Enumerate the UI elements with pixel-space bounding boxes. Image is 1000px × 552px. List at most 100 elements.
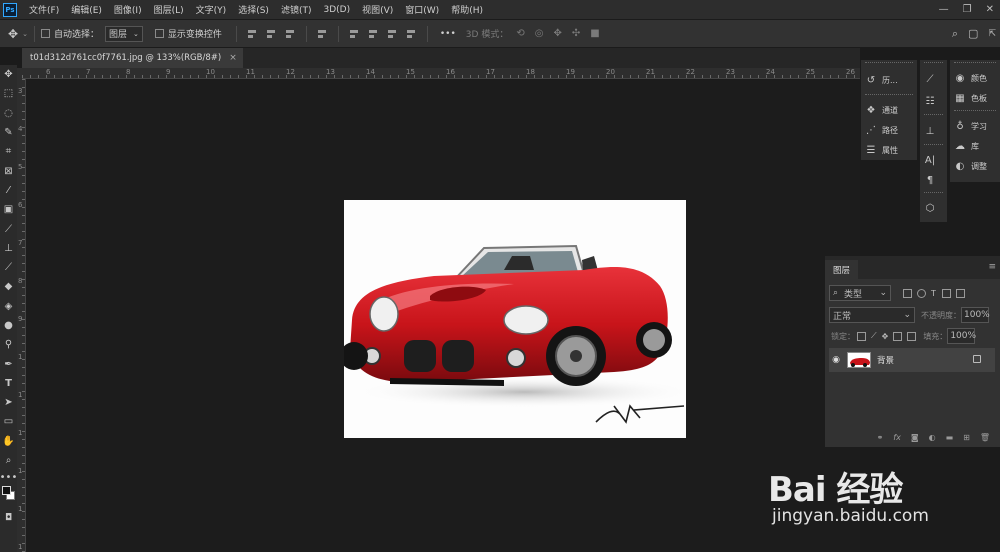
type-tool-icon[interactable]: T [0, 374, 17, 393]
show-transform-checkbox[interactable] [154, 29, 164, 38]
adjustments-panel-button[interactable]: ◐ 调整 [950, 156, 1000, 176]
align-left-icon[interactable] [247, 28, 258, 39]
filter-shape-icon[interactable] [941, 288, 951, 298]
3d-slide-icon[interactable]: ✣ [572, 28, 580, 39]
crop-tool-icon[interactable]: ⌗ [0, 142, 17, 161]
menu-edit[interactable]: 编辑(E) [65, 3, 108, 16]
new-layer-icon[interactable]: ⊞ [963, 433, 970, 442]
paint-bucket-icon[interactable]: ◈ [0, 297, 17, 316]
menu-3d[interactable]: 3D(D) [317, 5, 356, 15]
filter-pixel-icon[interactable] [903, 288, 912, 298]
close-window-icon[interactable]: ✕ [986, 4, 994, 15]
add-mask-icon[interactable]: ◙ [911, 433, 919, 442]
layer-lock-icon[interactable] [973, 355, 981, 363]
lock-transparent-icon[interactable] [857, 331, 866, 341]
lock-artboard-icon[interactable] [893, 331, 903, 341]
close-icon[interactable]: × [229, 53, 237, 63]
character-icon[interactable]: A| [924, 154, 936, 166]
move-tool-icon[interactable]: ✥ [0, 65, 17, 84]
quick-mask-icon[interactable]: ◘ [0, 508, 17, 527]
align-right-icon[interactable] [285, 28, 296, 39]
fx-button[interactable]: fx [893, 433, 901, 442]
align-center-h-icon[interactable] [266, 28, 277, 39]
3d-pan-icon[interactable]: ✥ [553, 28, 561, 39]
menu-help[interactable]: 帮助(H) [445, 3, 489, 16]
dodge-tool-icon[interactable]: ⚲ [0, 335, 17, 354]
foreground-color-swatch[interactable] [2, 486, 11, 496]
restore-icon[interactable]: ❐ [963, 4, 972, 15]
path-select-icon[interactable]: ➤ [0, 393, 17, 412]
distribute-v-icon[interactable] [406, 28, 417, 39]
history-brush-icon[interactable]: ⟋ [0, 258, 17, 277]
menu-view[interactable]: 视图(V) [356, 3, 399, 16]
blur-tool-icon[interactable]: ● [0, 316, 17, 335]
share-icon[interactable]: ⇱ [988, 29, 996, 39]
clone-source-icon[interactable]: ⊥ [924, 125, 936, 137]
link-layers-icon[interactable]: ⚭ [877, 433, 884, 442]
menu-window[interactable]: 窗口(W) [399, 3, 445, 16]
align-top-icon[interactable] [349, 28, 360, 39]
layer-row-background[interactable]: ◉ 背景 [829, 348, 995, 372]
menu-image[interactable]: 图像(I) [108, 3, 148, 16]
brush-settings-icon[interactable]: ⟋ [924, 73, 936, 85]
new-adjustment-icon[interactable]: ◐ [929, 433, 936, 442]
history-panel-button[interactable]: ↺ 历... [861, 68, 917, 92]
auto-select-dropdown[interactable]: 图层 ⌄ [104, 25, 143, 42]
zoom-tool-icon[interactable]: ⌕ [0, 451, 17, 470]
auto-select-checkbox[interactable] [40, 29, 50, 38]
menu-select[interactable]: 选择(S) [232, 3, 275, 16]
hand-tool-icon[interactable]: ✋ [0, 432, 17, 451]
lock-all-icon[interactable] [907, 331, 917, 341]
3d-scale-icon[interactable]: ■ [590, 28, 599, 39]
paths-panel-button[interactable]: ⋰ 路径 [861, 120, 917, 140]
delete-layer-icon[interactable]: 🗑 [980, 433, 990, 442]
more-tools-icon[interactable]: ••• [0, 470, 17, 484]
pen-tool-icon[interactable]: ✒ [0, 354, 17, 373]
chevron-down-icon[interactable]: ⌄ [22, 30, 28, 38]
workspace-icon[interactable]: ▢ [968, 27, 978, 40]
minimize-icon[interactable]: — [939, 4, 949, 15]
lasso-tool-icon[interactable]: ◌ [0, 104, 17, 123]
libraries-panel-button[interactable]: ☁ 库 [950, 136, 1000, 156]
quick-select-tool-icon[interactable]: ✎ [0, 123, 17, 142]
distribute-icon[interactable] [317, 28, 328, 39]
frame-tool-icon[interactable]: ⊠ [0, 161, 17, 180]
eraser-tool-icon[interactable]: ◆ [0, 277, 17, 296]
brushes-icon[interactable]: ☷ [924, 95, 936, 107]
document-tab[interactable]: t01d312d761cc0f7761.jpg @ 133%(RGB/8#) × [22, 48, 243, 68]
blend-mode-dropdown[interactable]: 正常 ⌄ [829, 307, 915, 323]
move-tool-icon[interactable]: ✥ [8, 27, 18, 41]
color-swatches[interactable] [0, 484, 17, 508]
3d-orbit-icon[interactable]: ⟲ [516, 28, 524, 39]
menu-type[interactable]: 文字(Y) [190, 3, 233, 16]
healing-brush-icon[interactable]: ▣ [0, 200, 17, 219]
swatches-panel-button[interactable]: ▦ 色板 [950, 88, 1000, 108]
3d-panel-icon[interactable]: ⬡ [924, 202, 936, 214]
menu-layer[interactable]: 图层(L) [148, 3, 190, 16]
stamp-tool-icon[interactable]: ⊥ [0, 239, 17, 258]
filter-smart-icon[interactable] [955, 288, 965, 298]
document-image[interactable] [344, 200, 686, 438]
layers-tab[interactable]: 图层 [825, 260, 859, 279]
3d-roll-icon[interactable]: ◎ [535, 28, 544, 39]
lock-pixels-icon[interactable]: ⟋ [871, 331, 877, 341]
properties-panel-button[interactable]: ☰ 属性 [861, 140, 917, 160]
panel-menu-icon[interactable]: ≡ [988, 262, 996, 272]
opacity-field[interactable]: 100% [961, 307, 990, 323]
filter-adjustment-icon[interactable] [917, 288, 926, 298]
learn-panel-button[interactable]: ♁ 学习 [950, 116, 1000, 136]
menu-filter[interactable]: 滤镜(T) [275, 3, 318, 16]
fill-field[interactable]: 100% [947, 328, 976, 344]
marquee-tool-icon[interactable]: ⬚ [0, 84, 17, 103]
eyedropper-tool-icon[interactable]: ⁄ [0, 181, 17, 200]
align-middle-v-icon[interactable] [368, 28, 379, 39]
channels-panel-button[interactable]: ❖ 通道 [861, 100, 917, 120]
filter-type-icon[interactable]: T [931, 289, 936, 298]
visibility-eye-icon[interactable]: ◉ [829, 355, 843, 365]
align-bottom-icon[interactable] [387, 28, 398, 39]
search-icon[interactable]: ⌕ [952, 27, 958, 41]
shape-tool-icon[interactable]: ▭ [0, 412, 17, 431]
lock-position-icon[interactable]: ✥ [882, 332, 889, 341]
layer-filter-dropdown[interactable]: ⌕ 类型 ⌄ [829, 285, 891, 301]
more-options-button[interactable]: ••• [440, 29, 456, 39]
